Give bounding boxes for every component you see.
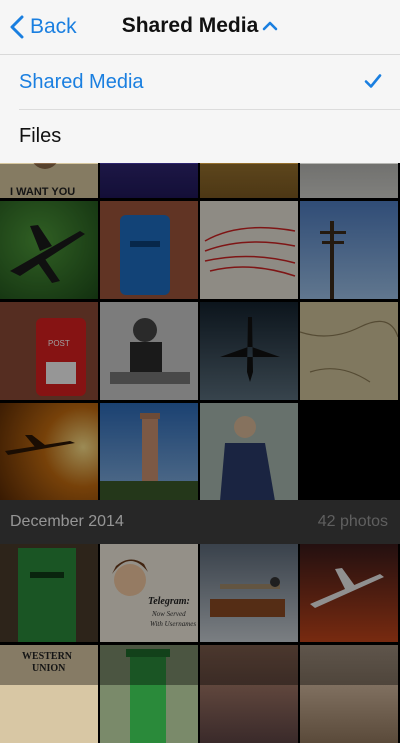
post-text: POST [48,339,70,348]
photo-green-post-box[interactable] [0,544,98,642]
photo-green-kiosk[interactable] [100,645,198,743]
photo-blue-mailbox[interactable] [100,201,198,299]
title-dropdown[interactable]: Shared Media [0,14,400,38]
media-type-menu: Shared Media Files [0,55,400,163]
section-title: December 2014 [10,513,124,530]
menu-item-label: Shared Media [19,70,144,93]
photo-airplane-green-sky[interactable] [0,201,98,299]
wu-line-1: WESTERN [22,651,73,662]
poster-text: I WANT YOU [10,186,75,198]
section-header: December 2014 42 photos [0,500,400,544]
photo-old-map[interactable] [300,302,398,400]
photo-telegram-lady[interactable]: Telegram: Now Served With Usernames [100,544,198,642]
photo-airplane-night-sky[interactable] [200,302,298,400]
photo-count: 42 photos [317,513,388,530]
checkmark-icon [364,74,382,88]
wu-line-2: UNION [32,663,66,674]
menu-item-files[interactable]: Files [0,109,400,163]
photo-coit-tower[interactable] [100,403,198,501]
photo-airplane-sunset[interactable] [0,403,98,501]
photo-airplane-red-sky[interactable] [300,544,398,642]
photo-red-post-box[interactable]: POST [0,302,98,400]
photo-sea-sunset[interactable] [200,645,298,743]
photo-telegraph-key[interactable] [200,544,298,642]
menu-item-label: Files [19,124,62,147]
telegram-line-2: With Usernames [150,620,196,628]
photo-grid-bottom: Telegram: Now Served With Usernames WESTER… [0,544,400,743]
telegram-line-1: Now Served [151,610,186,618]
photo-telegraph-operator[interactable] [100,302,198,400]
photo-power-pole[interactable] [300,201,398,299]
photo-vintage-machine[interactable] [300,645,398,743]
menu-item-shared-media[interactable]: Shared Media [0,55,400,109]
photo-western-union-sign[interactable]: WESTERN UNION [0,645,98,743]
photo-red-flight-map[interactable] [200,201,298,299]
telegram-word: Telegram: [148,596,190,607]
chevron-up-icon [262,22,278,31]
photo-captain-portrait[interactable] [200,403,298,501]
page-title: Shared Media [121,14,259,37]
navigation-bar: Back Shared Media [0,0,400,55]
